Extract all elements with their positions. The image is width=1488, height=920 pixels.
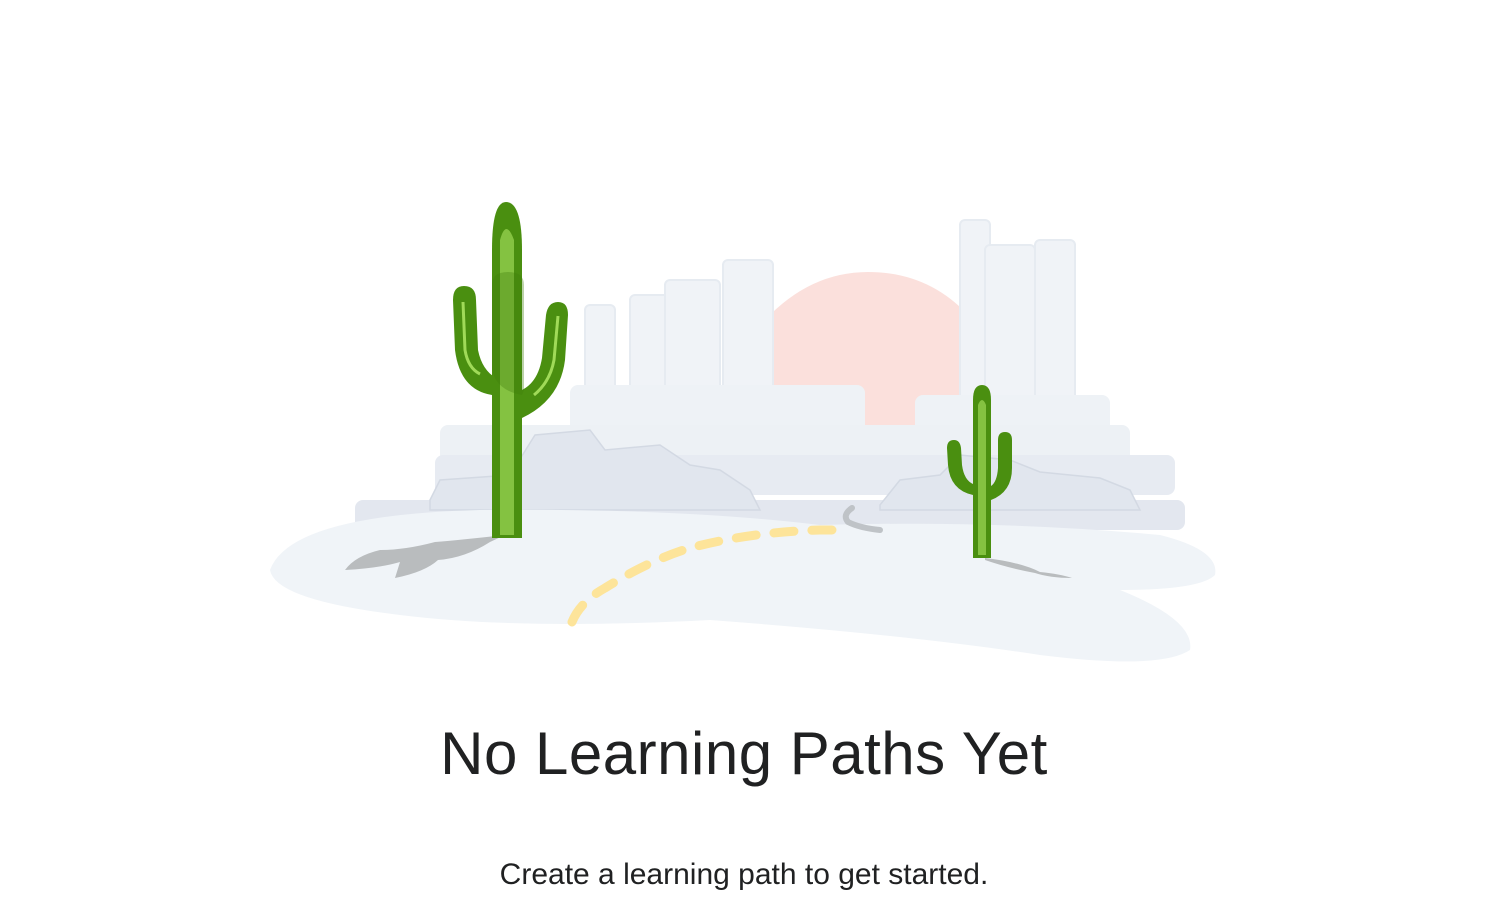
empty-state-title: No Learning Paths Yet — [440, 720, 1048, 787]
empty-state-subtitle: Create a learning path to get started. — [499, 858, 989, 891]
desert-cactus-illustration — [270, 202, 1216, 662]
empty-state-page: No Learning Paths Yet Create a learning … — [0, 0, 1488, 920]
